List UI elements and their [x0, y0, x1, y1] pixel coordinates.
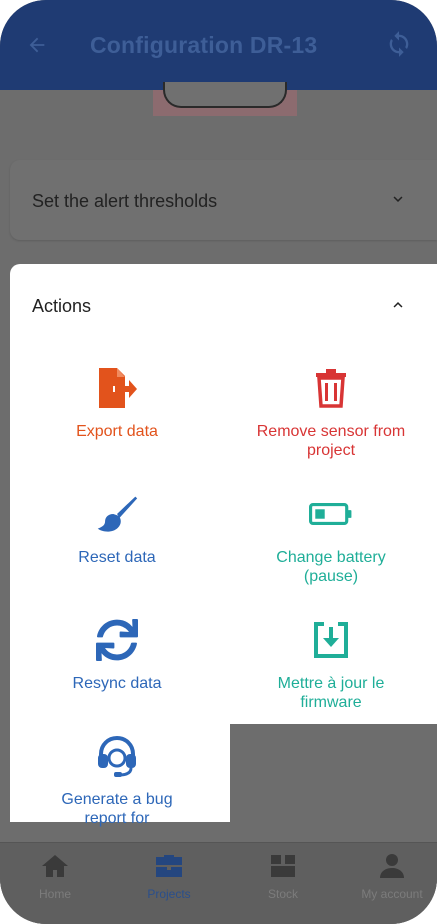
sync-button[interactable] — [383, 28, 415, 60]
export-data-button[interactable]: Export data — [10, 366, 224, 441]
alert-thresholds-label: Set the alert thresholds — [32, 191, 218, 211]
export-data-label: Export data — [76, 423, 158, 440]
actions-grid-overflow: Generate a bug report for — [10, 724, 230, 827]
user-icon — [380, 854, 404, 878]
update-firmware-label: Mettre à jour le firmware — [277, 675, 385, 711]
change-battery-button[interactable]: Change battery (pause) — [224, 492, 437, 586]
status-indicator — [153, 82, 297, 116]
bug-report-button[interactable]: Generate a bug report for — [10, 734, 224, 828]
reset-data-label: Reset data — [78, 549, 156, 566]
actions-section-header[interactable]: Actions — [10, 264, 437, 346]
nav-my-account-label: My account — [361, 887, 423, 901]
bottom-navigation: Home Projects Stock My account — [0, 842, 437, 924]
remove-sensor-button[interactable]: Remove sensor from project — [224, 366, 437, 460]
back-button[interactable] — [22, 30, 52, 60]
update-firmware-button[interactable]: Mettre à jour le firmware — [224, 618, 437, 712]
resync-data-button[interactable]: Resync data — [10, 618, 224, 693]
reset-data-button[interactable]: Reset data — [10, 492, 224, 567]
trash-icon — [309, 366, 353, 410]
sync-icon — [389, 31, 409, 57]
arrow-left-icon — [29, 37, 45, 53]
headset-icon — [95, 734, 139, 778]
nav-stock[interactable]: Stock — [228, 853, 338, 901]
resync-data-label: Resync data — [72, 675, 162, 692]
nav-home-label: Home — [38, 887, 71, 901]
nav-projects[interactable]: Projects — [114, 853, 224, 901]
bug-report-label: Generate a bug report for — [61, 791, 173, 827]
home-icon — [42, 855, 68, 877]
actions-grid: Export data Remove sensor from project R… — [10, 346, 437, 724]
briefcase-icon — [156, 855, 182, 877]
app-bar: Configuration DR-13 — [0, 0, 437, 90]
battery-icon — [309, 492, 353, 536]
nav-projects-label: Projects — [147, 887, 191, 901]
change-battery-label: Change battery (pause) — [276, 549, 386, 585]
file-export-icon — [95, 366, 139, 410]
chevron-up-icon — [393, 302, 403, 308]
phone-screen: Configuration DR-13 Set the alert thresh… — [0, 0, 437, 924]
remove-sensor-label: Remove sensor from project — [256, 423, 406, 459]
box-icon — [271, 855, 295, 877]
sync-icon — [95, 618, 139, 662]
nav-stock-label: Stock — [267, 887, 298, 901]
nav-home[interactable]: Home — [0, 853, 110, 901]
actions-label: Actions — [32, 296, 92, 316]
alert-thresholds-section[interactable]: Set the alert thresholds — [10, 160, 437, 240]
chevron-down-icon — [393, 196, 403, 202]
download-box-icon — [309, 618, 353, 662]
paint-brush-icon — [95, 492, 139, 536]
page-title: Configuration DR-13 — [90, 32, 318, 58]
nav-my-account[interactable]: My account — [337, 853, 437, 901]
status-indicator-frame — [163, 82, 287, 108]
